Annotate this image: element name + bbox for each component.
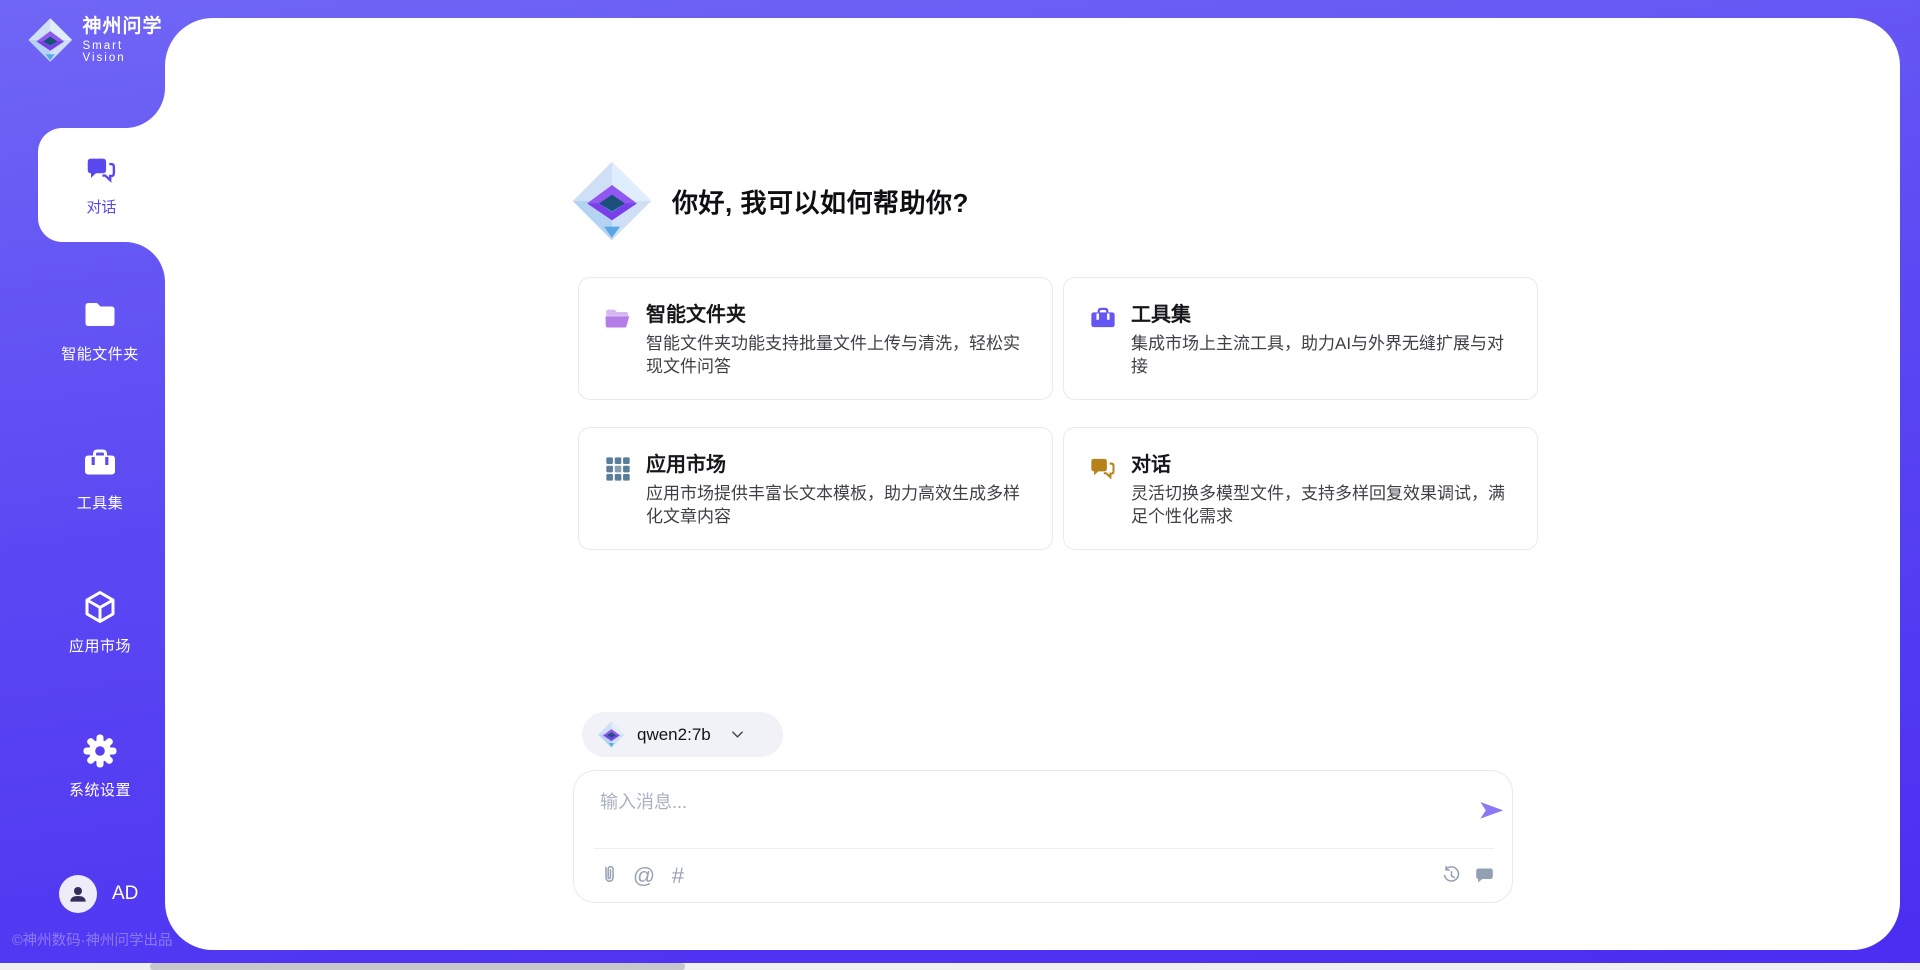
brand: 神州问学 Smart Vision xyxy=(28,16,165,64)
card-description: 应用市场提供丰富长文本模板，助力高效生成多样化文章内容 xyxy=(646,482,1026,528)
person-icon xyxy=(66,882,90,906)
avatar xyxy=(59,875,97,913)
horizontal-scrollbar-thumb[interactable] xyxy=(150,963,685,970)
toolbox-icon xyxy=(1089,305,1117,333)
chat-icon xyxy=(1089,455,1117,483)
card-title: 智能文件夹 xyxy=(646,298,746,327)
sidebar-item-chat[interactable]: 对话 xyxy=(38,128,165,242)
send-icon[interactable] xyxy=(1477,797,1507,827)
user-initials: AD xyxy=(112,883,138,905)
sidebar-item-label: 对话 xyxy=(86,196,116,217)
sidebar-item-label: 应用市场 xyxy=(69,635,131,656)
brand-logo-diamond-icon xyxy=(28,16,73,64)
sidebar-item-app-market[interactable]: 应用市场 xyxy=(35,589,165,656)
brand-subtitle: Smart Vision xyxy=(83,40,166,64)
user-account[interactable]: AD xyxy=(59,875,138,913)
card-description: 智能文件夹功能支持批量文件上传与清洗，轻松实现文件问答 xyxy=(646,332,1026,378)
folder-open-icon xyxy=(604,305,632,333)
paperclip-icon[interactable] xyxy=(598,864,621,887)
hashtag-icon[interactable]: # xyxy=(667,864,689,887)
card-title: 对话 xyxy=(1131,448,1171,477)
sidebar-item-settings[interactable]: 系统设置 xyxy=(35,733,165,800)
sidebar-item-smart-folders[interactable]: 智能文件夹 xyxy=(35,297,165,364)
sidebar: 神州问学 Smart Vision 对话 智能文件夹 工具集 应用市场 系统设置… xyxy=(0,0,165,970)
greeting-title: 你好, 我可以如何帮助你? xyxy=(672,160,969,242)
card-description: 集成市场上主流工具，助力AI与外界无缝扩展与对接 xyxy=(1131,332,1511,378)
card-smart-folders[interactable]: 智能文件夹 智能文件夹功能支持批量文件上传与清洗，轻松实现文件问答 xyxy=(578,277,1053,400)
folder-icon xyxy=(82,297,118,333)
model-diamond-icon xyxy=(598,721,625,748)
sidebar-item-label: 系统设置 xyxy=(69,779,131,800)
greeting-logo-diamond-icon xyxy=(572,161,652,241)
card-title: 工具集 xyxy=(1131,298,1191,327)
message-composer: @ # xyxy=(573,770,1513,903)
card-title: 应用市场 xyxy=(646,448,726,477)
composer-divider xyxy=(594,848,1494,849)
chat-icon xyxy=(85,154,118,187)
model-selector[interactable]: qwen2:7b xyxy=(582,712,783,757)
cube-icon xyxy=(82,589,118,625)
mention-at-icon[interactable]: @ xyxy=(631,864,657,887)
message-input[interactable] xyxy=(600,785,1450,819)
sidebar-item-label: 智能文件夹 xyxy=(61,343,139,364)
sidebar-item-label: 工具集 xyxy=(77,492,124,513)
card-chat[interactable]: 对话 灵活切换多模型文件，支持多样回复效果调试，满足个性化需求 xyxy=(1063,427,1538,550)
model-name: qwen2:7b xyxy=(637,725,711,745)
toolbox-icon xyxy=(82,446,118,482)
card-description: 灵活切换多模型文件，支持多样回复效果调试，满足个性化需求 xyxy=(1131,482,1511,528)
grid-icon xyxy=(604,455,632,483)
chevron-down-icon xyxy=(729,726,746,743)
brand-name: 神州问学 xyxy=(83,16,166,38)
chat-bubble-icon[interactable] xyxy=(1473,864,1496,887)
card-toolset[interactable]: 工具集 集成市场上主流工具，助力AI与外界无缝扩展与对接 xyxy=(1063,277,1538,400)
copyright-text: ©神州数码·神州问学出品 xyxy=(12,929,173,950)
gear-icon xyxy=(82,733,118,769)
sidebar-item-toolset[interactable]: 工具集 xyxy=(35,446,165,513)
history-icon[interactable] xyxy=(1440,864,1463,887)
card-app-market[interactable]: 应用市场 应用市场提供丰富长文本模板，助力高效生成多样化文章内容 xyxy=(578,427,1053,550)
